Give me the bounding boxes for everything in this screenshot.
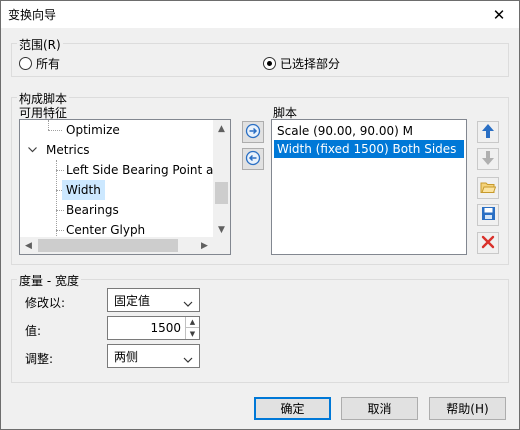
- adjust-select-value: 两侧: [114, 349, 139, 364]
- script-item[interactable]: Scale (90.00, 90.00) M: [274, 122, 464, 140]
- features-tree[interactable]: Optimize Metrics Left Side Bearing Point…: [19, 119, 231, 255]
- tree-item-label: Optimize: [66, 123, 120, 137]
- tree-item-metrics[interactable]: Metrics: [26, 140, 92, 160]
- spin-down-arrow-icon[interactable]: ▼: [186, 328, 199, 339]
- tree-item-bearings[interactable]: Bearings: [64, 200, 121, 220]
- value-spinbox[interactable]: 1500 ▲ ▼: [107, 316, 200, 340]
- help-button[interactable]: 帮助(H): [429, 397, 506, 420]
- radio-selected-circle: [263, 57, 276, 70]
- add-to-script-button[interactable]: [242, 121, 264, 143]
- delete-script-button[interactable]: [477, 232, 499, 254]
- delete-x-icon: [481, 235, 495, 252]
- radio-selected[interactable]: 已选择部分: [263, 55, 340, 72]
- tree-item-optimize[interactable]: Optimize: [64, 120, 122, 140]
- script-item-label: Scale (90.00, 90.00) M: [277, 124, 413, 138]
- metric-group: [11, 279, 509, 383]
- tree-connector: [56, 160, 57, 240]
- cancel-button-label: 取消: [367, 402, 392, 416]
- adjust-label: 调整:: [25, 352, 54, 366]
- metric-group-label: 度量 - 宽度: [17, 272, 81, 289]
- script-item-label: Width (fixed 1500) Both Sides: [277, 142, 457, 156]
- close-button[interactable]: ✕: [479, 1, 519, 28]
- script-list[interactable]: Scale (90.00, 90.00) M Width (fixed 1500…: [271, 119, 467, 255]
- radio-all-label: 所有: [36, 57, 61, 71]
- ok-button-label: 确定: [280, 402, 305, 416]
- vertical-scroll-thumb[interactable]: [215, 182, 228, 204]
- modify-select[interactable]: 固定值: [107, 288, 200, 312]
- save-script-button[interactable]: [477, 204, 499, 226]
- transform-wizard-dialog: 变换向导 ✕ 范围(R) 所有 已选择部分 构成脚本 可用特征 脚本 Optim…: [0, 0, 520, 430]
- spin-up-arrow-icon[interactable]: ▲: [186, 317, 199, 328]
- scroll-right-arrow-icon[interactable]: ▶: [196, 237, 213, 254]
- range-group-label: 范围(R): [17, 36, 63, 53]
- scroll-down-arrow-icon[interactable]: ▼: [213, 221, 230, 238]
- tree-connector: [56, 230, 64, 231]
- chevron-down-icon: [183, 352, 193, 366]
- tree-item-width[interactable]: Width: [62, 180, 105, 200]
- save-icon: [481, 206, 496, 224]
- tree-item-label: Bearings: [66, 203, 119, 217]
- remove-from-script-button[interactable]: [242, 148, 264, 170]
- modify-select-value: 固定值: [114, 293, 151, 308]
- move-down-button[interactable]: [477, 148, 499, 170]
- tree-connector: [56, 170, 64, 171]
- arrow-left-circle-icon: [245, 150, 261, 169]
- scroll-up-arrow-icon[interactable]: ▲: [213, 120, 230, 137]
- modify-label: 修改以:: [25, 296, 66, 310]
- close-icon: ✕: [492, 5, 506, 24]
- tree-connector: [56, 210, 64, 211]
- ok-button[interactable]: 确定: [254, 397, 331, 420]
- arrow-up-icon: [481, 123, 495, 142]
- title-bar: 变换向导 ✕: [1, 1, 519, 28]
- radio-all-circle: [19, 57, 32, 70]
- tree-item-label: Metrics: [46, 143, 90, 157]
- arrow-right-circle-icon: [245, 123, 261, 142]
- window-title: 变换向导: [8, 8, 57, 22]
- tree-item-label: Center Glyph: [66, 223, 146, 237]
- radio-all[interactable]: 所有: [19, 55, 60, 72]
- help-button-label: 帮助(H): [446, 402, 489, 416]
- horizontal-scroll-thumb[interactable]: [38, 239, 178, 252]
- adjust-select[interactable]: 两侧: [107, 344, 200, 368]
- tree-connector: [48, 130, 62, 131]
- value-input[interactable]: 1500: [150, 321, 181, 335]
- chevron-down-icon[interactable]: [28, 147, 40, 153]
- move-up-button[interactable]: [477, 121, 499, 143]
- arrow-down-icon: [481, 150, 495, 169]
- open-script-button[interactable]: [477, 177, 499, 199]
- tree-item-left-side-bearing[interactable]: Left Side Bearing Point at: [64, 160, 220, 180]
- tree-vertical-scrollbar[interactable]: ▲ ▼: [213, 120, 230, 238]
- range-group: [11, 43, 509, 77]
- folder-open-icon: [480, 180, 497, 197]
- tree-item-label: Left Side Bearing Point at: [66, 163, 219, 177]
- cancel-button[interactable]: 取消: [341, 397, 418, 420]
- value-label: 值:: [25, 324, 42, 338]
- scroll-corner: [213, 237, 230, 254]
- tree-connector: [48, 120, 49, 130]
- value-spinner: ▲ ▼: [185, 317, 199, 339]
- tree-horizontal-scrollbar[interactable]: ◀ ▶: [20, 237, 213, 254]
- radio-selected-label: 已选择部分: [280, 57, 341, 71]
- scroll-left-arrow-icon[interactable]: ◀: [20, 237, 37, 254]
- script-item-selected[interactable]: Width (fixed 1500) Both Sides: [274, 140, 464, 158]
- chevron-down-icon: [183, 296, 193, 310]
- tree-item-label: Width: [66, 183, 101, 197]
